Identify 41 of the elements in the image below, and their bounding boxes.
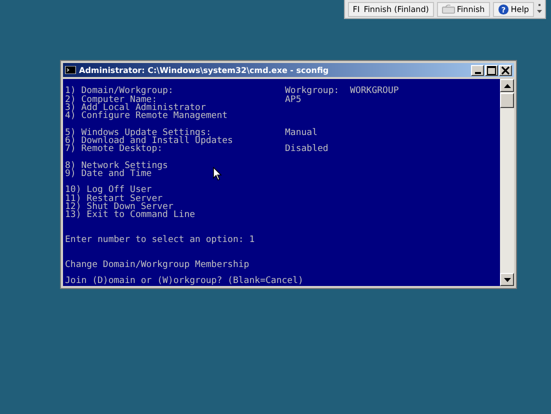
console-value: AP5: [285, 96, 302, 104]
scrollbar[interactable]: [500, 79, 514, 286]
console-text: 2) Computer Name:: [65, 96, 158, 104]
console-text: 3) Add Local Administrator: [65, 104, 206, 112]
console-text: 6) Download and Install Updates: [65, 136, 233, 145]
minimize-button[interactable]: [471, 64, 484, 76]
close-icon: [501, 66, 510, 74]
console-value: Workgroup: WORKGROUP: [285, 87, 399, 96]
scroll-up-button[interactable]: [500, 79, 514, 92]
help-button[interactable]: ? Help: [492, 2, 534, 16]
scroll-thumb[interactable]: [500, 93, 514, 108]
close-button[interactable]: [499, 64, 512, 76]
console-text: Change Domain/Workgroup Membership: [65, 260, 250, 269]
console-icon: [65, 66, 76, 74]
mouse-pointer-icon: [213, 167, 222, 181]
language-button[interactable]: FI Finnish (Finland): [348, 2, 434, 16]
console-text: 5) Windows Update Settings:: [65, 128, 212, 137]
console-text: 13) Exit to Command Line: [65, 211, 196, 220]
scroll-down-button[interactable]: [500, 273, 514, 286]
maximize-button[interactable]: [485, 64, 498, 76]
window-title: Administrator: C:\Windows\system32\cmd.exe - sconfig: [79, 66, 330, 74]
console-value: Manual: [285, 128, 318, 137]
console-text: 1) Domain/Workgroup:: [65, 87, 174, 96]
console-text: 4) Configure Remote Management: [65, 112, 228, 120]
keyboard-icon: [442, 4, 455, 14]
up-arrow-icon: [504, 84, 510, 88]
console-text: 8) Network Settings: [65, 162, 168, 170]
console-text: Join (D)omain or (W)orkgroup? (Blank=Cancel): [65, 277, 304, 286]
console-text: 12) Shut Down Server: [65, 202, 174, 211]
console-value: Disabled: [285, 145, 328, 154]
console-text: 7) Remote Desktop:: [65, 145, 163, 154]
keyboard-button[interactable]: Finnish: [436, 2, 490, 16]
console-text: 10) Log Off User: [65, 186, 152, 194]
minimize-icon: [474, 72, 480, 74]
console-text: 11) Restart Server: [65, 194, 163, 203]
console-text: 9) Date and Time: [65, 170, 152, 178]
options-icon[interactable]: [537, 3, 542, 15]
console-text: Enter number to select an option: 1: [65, 236, 255, 244]
maximize-icon: [487, 66, 496, 74]
help-icon: ?: [498, 4, 509, 14]
down-arrow-icon: [504, 278, 510, 282]
